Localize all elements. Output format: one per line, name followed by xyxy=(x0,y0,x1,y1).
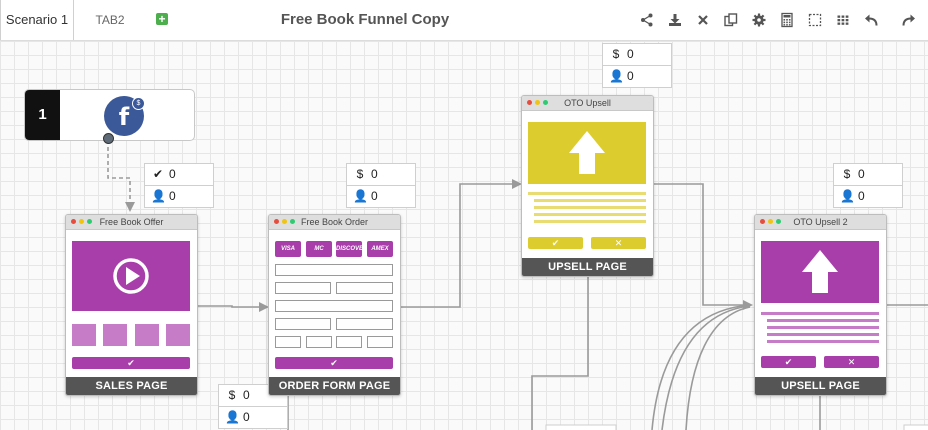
person-icon: 👤 xyxy=(151,189,166,203)
people-count: 0 xyxy=(858,189,865,203)
page-name: OTO Upsell 2 xyxy=(793,217,848,227)
form-field xyxy=(275,336,301,348)
person-icon: 👤 xyxy=(840,189,855,203)
clicks-count: 0 xyxy=(169,167,176,181)
page-type-label: ORDER FORM PAGE xyxy=(269,377,400,395)
share-icon[interactable] xyxy=(638,11,656,29)
yes-button: ✔ xyxy=(761,356,816,368)
window-dots xyxy=(274,219,295,224)
cta-button: ✔ xyxy=(72,357,190,369)
upsell-image xyxy=(761,241,879,303)
money-count: 0 xyxy=(243,388,250,402)
upsell-image xyxy=(528,122,646,184)
page-name: Free Book Order xyxy=(300,217,369,227)
form-field xyxy=(306,336,332,348)
dollar-icon: $ xyxy=(612,47,620,61)
add-tab-button[interactable]: + xyxy=(156,13,168,25)
grid-icon[interactable] xyxy=(834,11,852,29)
money-count: 0 xyxy=(858,167,865,181)
stats-box-sales: ✔ 0 👤 0 xyxy=(144,163,214,208)
stats-box-oto2: $0 👤 0 xyxy=(833,163,903,208)
stats-box-oto1: $0 👤 0 xyxy=(602,43,672,88)
form-field xyxy=(275,300,393,312)
thumbnail xyxy=(103,324,127,346)
tab-tab2[interactable]: TAB2 xyxy=(82,0,138,40)
arrow-up-icon xyxy=(802,250,838,293)
undo-icon[interactable] xyxy=(862,11,880,29)
sales-page-node[interactable]: Free Book Offer ✔ SALES PAGE xyxy=(65,214,198,396)
people-count: 0 xyxy=(169,189,176,203)
dollar-icon: $ xyxy=(228,388,236,402)
oto-upsell-page-node[interactable]: OTO Upsell ✔ ✕ UPSELL PAGE xyxy=(521,95,654,277)
thumbnail xyxy=(135,324,159,346)
arrow-up-icon xyxy=(569,131,605,174)
video-block xyxy=(72,241,190,311)
yes-button: ✔ xyxy=(528,237,583,249)
download-icon[interactable] xyxy=(666,11,684,29)
tab-scenario-1[interactable]: Scenario 1 xyxy=(0,0,74,40)
form-field xyxy=(275,318,331,330)
connection-handle[interactable] xyxy=(103,133,114,144)
form-field xyxy=(275,264,393,276)
amex-card-icon: AMEX xyxy=(367,241,393,257)
page-name: OTO Upsell xyxy=(564,98,611,108)
play-icon xyxy=(113,258,149,294)
funnel-canvas[interactable]: 1 f $ ✔ 0 👤 0 $0 👤 0 $0 👤 0 $0 👤 0 $0 👤 0 Free… xyxy=(0,41,928,430)
thumbnail xyxy=(166,324,190,346)
page-header: OTO Upsell xyxy=(522,96,653,111)
window-dots xyxy=(71,219,92,224)
form-field xyxy=(336,336,362,348)
checkbox-icon: ✔ xyxy=(152,167,164,181)
funnel-title: Free Book Funnel Copy xyxy=(280,11,450,28)
page-header: Free Book Offer xyxy=(66,215,197,230)
person-icon: 👤 xyxy=(353,189,368,203)
page-type-label: UPSELL PAGE xyxy=(522,258,653,276)
people-count: 0 xyxy=(371,189,378,203)
top-bar: Scenario 1 TAB2 + Free Book Funnel Copy xyxy=(0,0,928,41)
people-count: 0 xyxy=(627,69,634,83)
form-field xyxy=(367,336,393,348)
form-field xyxy=(336,318,393,330)
page-type-label: SALES PAGE xyxy=(66,377,197,395)
submit-button: ✔ xyxy=(275,357,393,369)
form-field xyxy=(275,282,331,294)
step-number: 1 xyxy=(25,90,60,140)
page-name: Free Book Offer xyxy=(99,217,164,227)
window-dots xyxy=(760,219,781,224)
form-field xyxy=(336,282,393,294)
window-dots xyxy=(527,100,548,105)
select-icon[interactable] xyxy=(806,11,824,29)
copy-icon[interactable] xyxy=(722,11,740,29)
order-form-page-node[interactable]: Free Book Order VISA MC DISCOVER AMEX ✔ … xyxy=(268,214,401,396)
page-header: OTO Upsell 2 xyxy=(755,215,886,230)
money-count: 0 xyxy=(371,167,378,181)
redo-icon[interactable] xyxy=(900,11,918,29)
mastercard-icon: MC xyxy=(306,241,332,257)
person-icon: 👤 xyxy=(225,410,240,424)
discover-card-icon: DISCOVER xyxy=(336,241,367,257)
stats-box-order: $0 👤 0 xyxy=(346,163,416,208)
page-type-label: UPSELL PAGE xyxy=(755,377,886,395)
money-count: 0 xyxy=(627,47,634,61)
calculator-icon[interactable] xyxy=(778,11,796,29)
people-count: 0 xyxy=(243,410,250,424)
visa-card-icon: VISA xyxy=(275,241,301,257)
money-badge: $ xyxy=(132,97,145,110)
dollar-icon: $ xyxy=(843,167,851,181)
thumbnail xyxy=(72,324,96,346)
no-button: ✕ xyxy=(591,237,646,249)
close-icon[interactable] xyxy=(694,11,712,29)
person-icon: 👤 xyxy=(609,69,624,83)
no-button: ✕ xyxy=(824,356,879,368)
gear-icon[interactable] xyxy=(750,11,768,29)
page-header: Free Book Order xyxy=(269,215,400,230)
oto-upsell-2-page-node[interactable]: OTO Upsell 2 ✔ ✕ UPSELL PAGE xyxy=(754,214,887,396)
dollar-icon: $ xyxy=(356,167,364,181)
